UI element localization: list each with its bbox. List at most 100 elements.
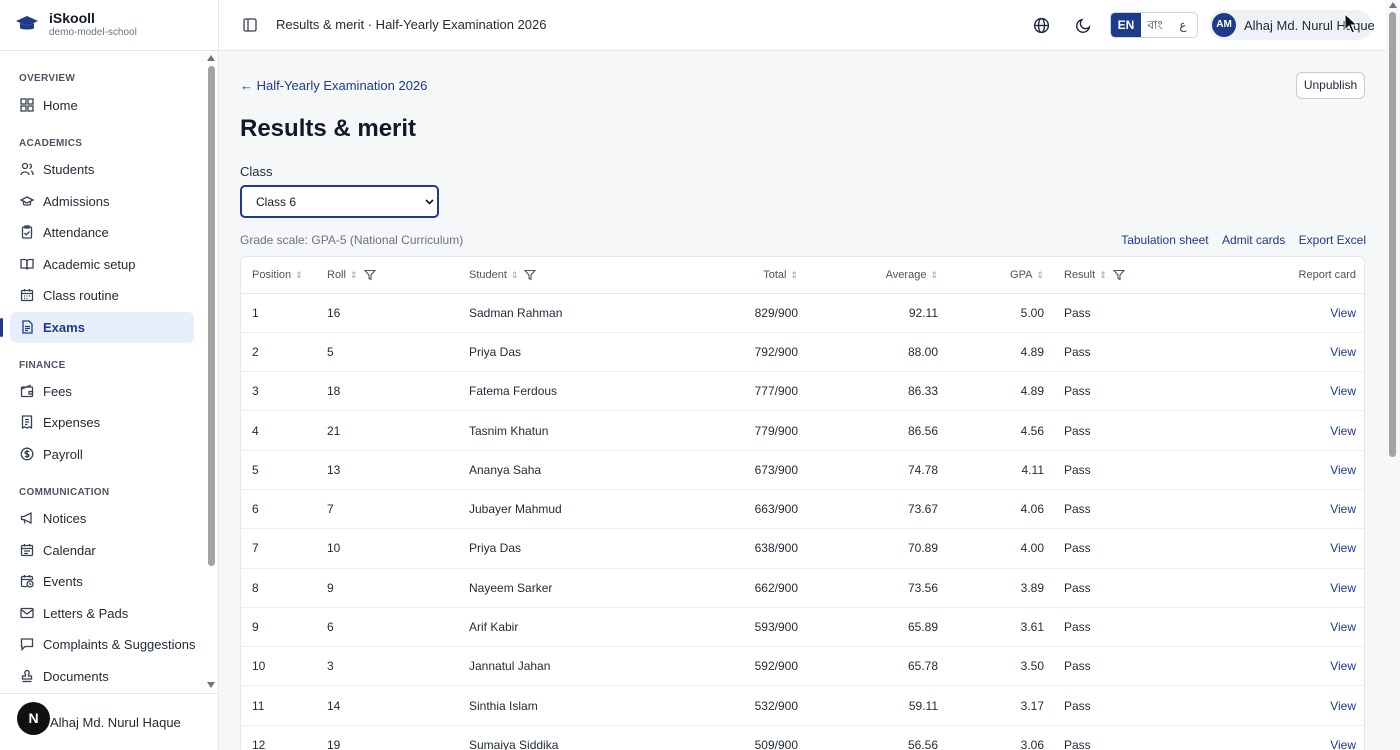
position-cell: 2 [252, 344, 259, 359]
view-report-link[interactable]: View [1330, 463, 1356, 477]
scroll-up-arrow-icon[interactable] [1389, 2, 1397, 8]
col-average[interactable]: Average ⇕ [798, 257, 938, 293]
sidebar-item-letters-pads[interactable]: Letters & Pads [10, 598, 194, 629]
page-scroll-thumb[interactable] [1389, 12, 1396, 457]
export-excel-link[interactable]: Export Excel [1299, 233, 1366, 247]
moon-icon[interactable] [1075, 17, 1092, 34]
lang-bn-button[interactable]: বাং [1141, 13, 1169, 37]
sidebar-scrollbar[interactable] [205, 52, 217, 692]
sidebar: iSkooll demo-model-school OVERVIEW Home … [0, 0, 219, 750]
scroll-up-arrow-icon[interactable] [207, 55, 215, 61]
mouse-cursor-icon [1344, 13, 1358, 34]
filter-icon[interactable] [363, 269, 376, 281]
col-label: Roll [327, 268, 346, 281]
sidebar-item-documents[interactable]: Documents [10, 661, 194, 692]
view-report-link[interactable]: View [1330, 424, 1356, 438]
student-name-cell: Sinthia Islam [469, 698, 538, 713]
brand[interactable]: iSkooll demo-model-school [0, 0, 218, 51]
student-name-cell: Jannatul Jahan [469, 659, 551, 674]
sidebar-item-complaints[interactable]: Complaints & Suggestions [10, 629, 195, 660]
view-report-link[interactable]: View [1330, 345, 1356, 359]
page-scrollbar[interactable] [1386, 0, 1400, 750]
unpublish-button[interactable]: Unpublish [1296, 72, 1365, 99]
sidebar-item-class-routine[interactable]: Class routine [10, 280, 194, 311]
total-cell: 532/900 [754, 698, 798, 713]
sidebar-item-attendance[interactable]: Attendance [10, 217, 194, 248]
scroll-down-arrow-icon[interactable] [207, 682, 215, 688]
view-report-link[interactable]: View [1330, 659, 1356, 673]
sidebar-item-admissions[interactable]: Admissions [10, 186, 194, 217]
sidebar-item-label: Class routine [43, 288, 119, 303]
sidebar-item-events[interactable]: Events [10, 566, 194, 597]
col-gpa[interactable]: GPA ⇕ [938, 257, 1044, 293]
col-roll[interactable]: Roll ⇕ [316, 257, 458, 293]
report-card-cell: View [1184, 332, 1364, 371]
back-link[interactable]: ← Half-Yearly Examination 2026 [240, 78, 427, 93]
sidebar-item-home[interactable]: Home [10, 90, 194, 121]
sidebar-item-payroll[interactable]: Payroll [10, 439, 194, 470]
filter-icon[interactable] [524, 269, 537, 281]
filter-icon[interactable] [1112, 269, 1125, 281]
view-report-link[interactable]: View [1330, 738, 1356, 750]
sidebar-item-fees[interactable]: Fees [10, 376, 194, 407]
report-card-cell: View [1184, 372, 1364, 411]
sort-icon[interactable]: ⇕ [511, 270, 519, 281]
sidebar-item-label: Documents [43, 669, 109, 684]
roll-cell: 7 [327, 502, 334, 517]
admit-cards-link[interactable]: Admit cards [1222, 233, 1285, 247]
sidebar-item-notices[interactable]: Notices [10, 503, 194, 534]
sidebar-scroll-thumb[interactable] [208, 66, 215, 566]
sidebar-item-label: Expenses [43, 415, 101, 430]
sidebar-item-academic-setup[interactable]: Academic setup [10, 249, 194, 280]
sidebar-user[interactable]: N Alhaj Md. Nurul Haque [0, 693, 218, 750]
view-report-link[interactable]: View [1330, 384, 1356, 398]
col-result[interactable]: Result ⇕ [1044, 257, 1184, 293]
view-report-link[interactable]: View [1330, 581, 1356, 595]
file-text-icon [22, 320, 33, 334]
sort-icon[interactable]: ⇕ [295, 270, 303, 281]
graduation-cap-icon [20, 196, 34, 206]
mail-icon [20, 607, 34, 619]
sidebar-item-label: Letters & Pads [43, 606, 129, 621]
globe-icon[interactable] [1033, 17, 1050, 34]
sidebar-item-students[interactable]: Students [10, 154, 194, 185]
sidebar-item-expenses[interactable]: Expenses [10, 407, 194, 438]
col-total[interactable]: Total ⇕ [694, 257, 798, 293]
sidebar-user-name: Alhaj Md. Nurul Haque [50, 715, 181, 730]
sort-icon[interactable]: ⇕ [1099, 270, 1107, 281]
view-report-link[interactable]: View [1330, 306, 1356, 320]
tabulation-sheet-link[interactable]: Tabulation sheet [1121, 233, 1208, 247]
view-report-link[interactable]: View [1330, 620, 1356, 634]
avatar[interactable]: N [17, 702, 50, 735]
megaphone-icon [20, 511, 32, 525]
sort-icon[interactable]: ⇕ [790, 270, 798, 281]
sort-icon[interactable]: ⇕ [350, 270, 358, 281]
view-report-link[interactable]: View [1330, 502, 1356, 516]
chevron-down-icon [425, 199, 434, 205]
col-report-card: Report card [1184, 257, 1364, 293]
col-student[interactable]: Student ⇕ [458, 257, 694, 293]
position-cell: 5 [252, 462, 259, 477]
class-label: Class [240, 164, 273, 179]
position-cell: 8 [252, 580, 259, 595]
sidebar-toggle-icon[interactable] [243, 18, 257, 32]
view-report-link[interactable]: View [1330, 541, 1356, 555]
lang-en-button[interactable]: EN [1111, 13, 1141, 37]
table-row: 9 6 Arif Kabir 593/900 65.89 3.61 Pass View [241, 607, 1364, 647]
report-card-cell: View [1184, 686, 1364, 725]
average-cell: 56.56 [907, 737, 938, 750]
sidebar-item-calendar[interactable]: Calendar [10, 535, 194, 566]
position-cell: 11 [252, 698, 265, 713]
total-cell: 779/900 [754, 423, 798, 438]
student-name-cell: Jubayer Mahmud [469, 502, 562, 517]
total-cell: 509/900 [754, 737, 798, 750]
sidebar-item-exams[interactable]: Exams [0, 312, 194, 343]
sort-icon[interactable]: ⇕ [930, 270, 938, 281]
lang-ar-button[interactable]: ع [1169, 13, 1197, 37]
view-report-link[interactable]: View [1330, 699, 1356, 713]
roll-cell: 16 [327, 305, 341, 320]
roll-cell: 19 [327, 737, 341, 750]
col-position[interactable]: Position ⇕ [241, 257, 316, 293]
sort-icon[interactable]: ⇕ [1036, 270, 1044, 281]
class-select[interactable]: Class 6 [240, 185, 439, 218]
